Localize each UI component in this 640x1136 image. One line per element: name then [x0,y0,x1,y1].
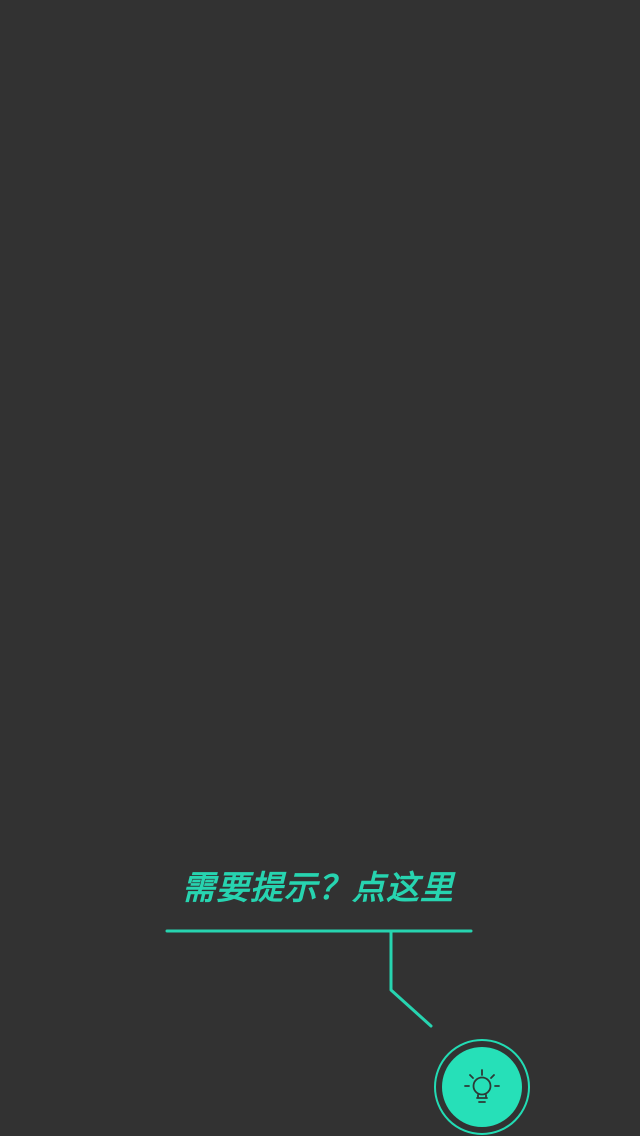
screen: 需要提示？点这里 [0,0,640,1136]
hint-connector-line [165,929,473,1028]
hint-button[interactable] [434,1039,530,1135]
hint-prompt-text: 需要提示？点这里 [182,868,454,907]
hint-button-face[interactable] [442,1047,522,1127]
lightbulb-icon [464,1069,500,1103]
